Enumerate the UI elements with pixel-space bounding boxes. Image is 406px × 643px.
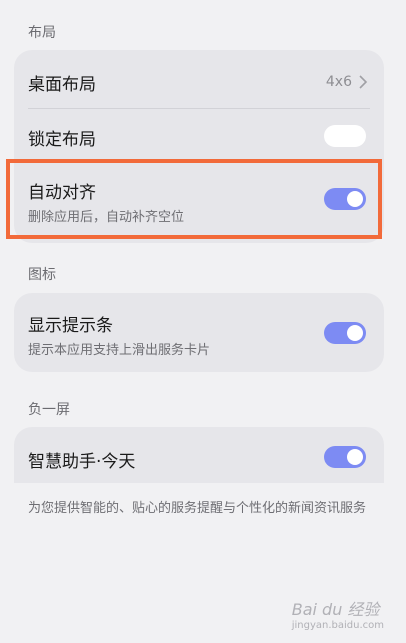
desktop-layout-row[interactable]: 桌面布局 4x6 [14, 50, 384, 108]
section-label-icons: 图标 [28, 267, 56, 283]
smart-assistant-title: 智慧助手·今天 [28, 452, 136, 472]
show-badge-toggle[interactable] [324, 322, 366, 344]
section-label-minus-one: 负一屏 [28, 402, 70, 418]
icons-card: 显示提示条 提示本应用支持上滑出服务卡片 [14, 293, 384, 372]
toggle-knob [347, 449, 363, 465]
smart-assistant-footnote: 为您提供智能的、贴心的服务提醒与个性化的新闻资讯服务 [28, 501, 367, 516]
lock-layout-row[interactable]: 锁定布局 [14, 109, 384, 160]
desktop-layout-value: 4x6 [325, 74, 352, 90]
watermark-main: Bai du 经验 [291, 600, 380, 619]
show-badge-title: 显示提示条 [28, 316, 113, 336]
lock-layout-title: 锁定布局 [28, 130, 96, 150]
toggle-knob [327, 128, 343, 144]
toggle-knob [347, 325, 363, 341]
desktop-layout-title: 桌面布局 [28, 75, 96, 95]
show-badge-subtitle: 提示本应用支持上滑出服务卡片 [28, 343, 211, 358]
highlight-box [6, 159, 382, 239]
minus-one-card: 智慧助手·今天 [14, 427, 384, 483]
section-label-layout: 布局 [28, 25, 56, 41]
smart-assistant-toggle[interactable] [324, 446, 366, 468]
chevron-right-icon [359, 75, 368, 89]
smart-assistant-row[interactable]: 智慧助手·今天 [14, 427, 384, 483]
lock-layout-toggle[interactable] [324, 125, 366, 147]
watermark-sub: jingyan.baidu.com [291, 620, 384, 631]
baidu-watermark: Bai du 经验 jingyan.baidu.com [292, 596, 384, 631]
show-badge-row[interactable]: 显示提示条 提示本应用支持上滑出服务卡片 [14, 293, 384, 372]
